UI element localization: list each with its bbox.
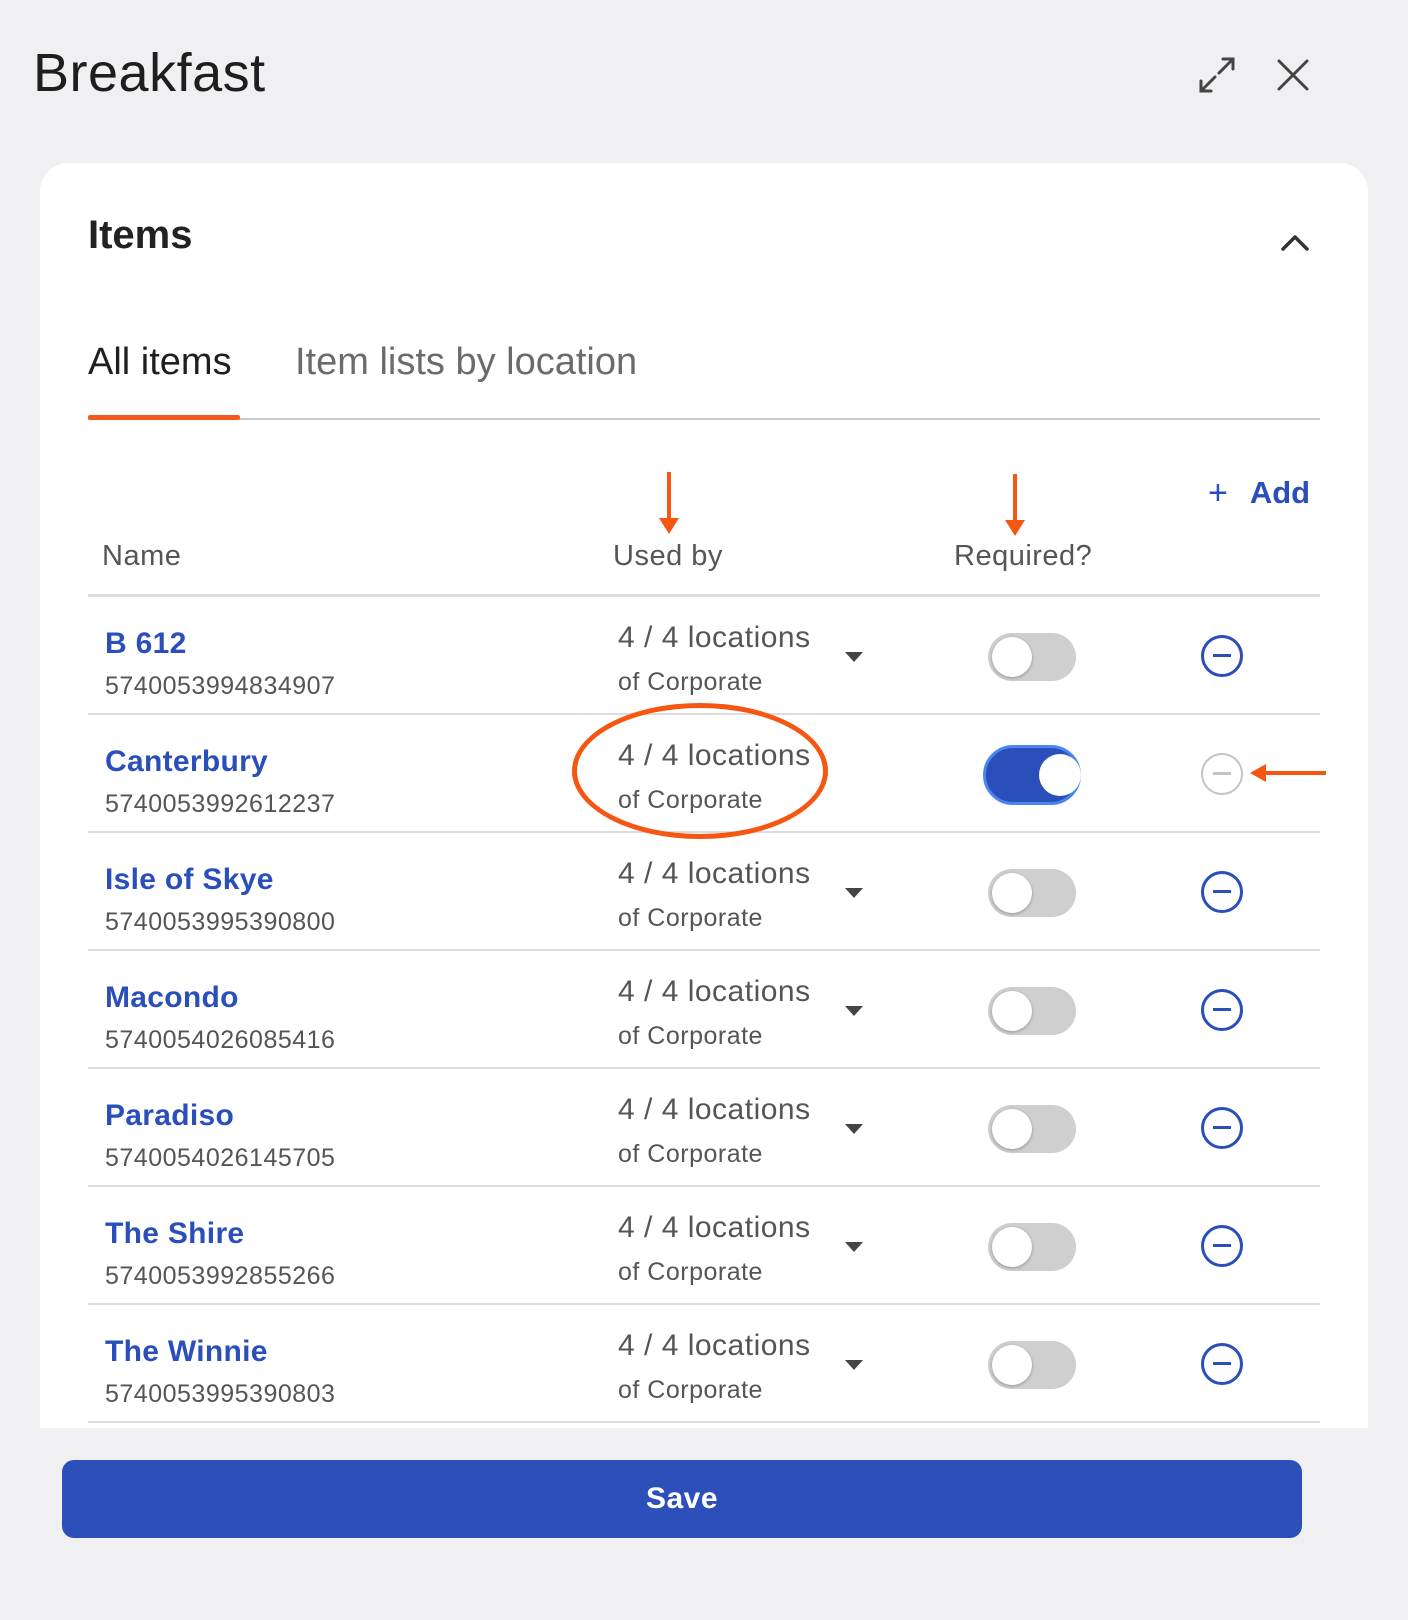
item-code: 5740053992612237 — [105, 790, 336, 818]
used-by-dropdown-caret-icon[interactable] — [845, 652, 863, 662]
toggle-knob — [992, 1345, 1032, 1385]
required-toggle[interactable] — [988, 987, 1076, 1035]
required-toggle[interactable] — [988, 1223, 1076, 1271]
used-by-scope: of Corporate — [618, 1022, 763, 1050]
required-toggle[interactable] — [988, 1341, 1076, 1389]
table-row: Paradiso 5740054026145705 4 / 4 location… — [88, 1069, 1320, 1187]
dialog-header: Breakfast — [0, 0, 1408, 150]
item-name-link[interactable]: The Winnie — [105, 1335, 268, 1369]
table-row: The Winnie 5740053995390803 4 / 4 locati… — [88, 1305, 1320, 1423]
dialog-title: Breakfast — [33, 43, 266, 103]
required-toggle[interactable] — [988, 1105, 1076, 1153]
remove-item-button-disabled — [1201, 753, 1243, 795]
remove-item-button[interactable] — [1201, 989, 1243, 1031]
table-row: B 612 5740053994834907 4 / 4 locations o… — [88, 597, 1320, 715]
used-by-count: 4 / 4 locations — [618, 975, 811, 1008]
used-by-dropdown-caret-icon[interactable] — [845, 888, 863, 898]
item-code: 5740053992855266 — [105, 1262, 336, 1290]
toggle-knob — [992, 991, 1032, 1031]
item-name-link[interactable]: Isle of Skye — [105, 863, 274, 897]
annotation-arrow-down-icon — [659, 472, 679, 534]
used-by-count: 4 / 4 locations — [618, 1211, 811, 1244]
remove-item-button[interactable] — [1201, 871, 1243, 913]
tab-item-lists-by-location[interactable]: Item lists by location — [295, 341, 637, 384]
item-code: 5740053995390803 — [105, 1380, 336, 1408]
expand-arrows-icon — [1199, 57, 1235, 93]
remove-item-button[interactable] — [1201, 1343, 1243, 1385]
tab-all-items[interactable]: All items — [88, 341, 232, 384]
section-title: Items — [88, 213, 193, 257]
remove-item-button[interactable] — [1201, 1225, 1243, 1267]
table-row: Macondo 5740054026085416 4 / 4 locations… — [88, 951, 1320, 1069]
item-name-link[interactable]: Macondo — [105, 981, 239, 1015]
annotation-arrow-down-icon — [1005, 474, 1025, 536]
used-by-count: 4 / 4 locations — [618, 857, 811, 890]
used-by-dropdown-caret-icon[interactable] — [845, 1360, 863, 1370]
close-x-icon — [1277, 59, 1309, 91]
close-button[interactable] — [1268, 50, 1318, 100]
used-by-dropdown-caret-icon[interactable] — [845, 1006, 863, 1016]
toggle-knob — [992, 1109, 1032, 1149]
required-toggle[interactable] — [988, 869, 1076, 917]
item-name-link[interactable]: The Shire — [105, 1217, 244, 1251]
toggle-knob — [1039, 754, 1081, 796]
annotation-arrow-left-icon — [1250, 764, 1326, 782]
chevron-up-icon — [1281, 235, 1309, 251]
table-row: The Shire 5740053992855266 4 / 4 locatio… — [88, 1187, 1320, 1305]
tabs-divider — [88, 418, 1320, 420]
active-tab-indicator — [88, 415, 240, 420]
toggle-knob — [992, 873, 1032, 913]
item-name-link[interactable]: B 612 — [105, 627, 187, 661]
collapse-button[interactable] — [1270, 218, 1320, 268]
used-by-scope: of Corporate — [618, 904, 763, 932]
used-by-scope: of Corporate — [618, 1140, 763, 1168]
item-name-link[interactable]: Canterbury — [105, 745, 268, 779]
expand-button[interactable] — [1192, 50, 1242, 100]
toggle-knob — [992, 1227, 1032, 1267]
item-code: 5740053995390800 — [105, 908, 336, 936]
used-by-scope: of Corporate — [618, 668, 763, 696]
required-toggle[interactable] — [983, 745, 1081, 805]
used-by-count: 4 / 4 locations — [618, 621, 811, 654]
column-header-name: Name — [102, 540, 182, 572]
annotation-ellipse — [572, 703, 828, 839]
plus-icon: + — [1208, 473, 1228, 512]
item-code: 5740054026145705 — [105, 1144, 336, 1172]
required-toggle[interactable] — [988, 633, 1076, 681]
item-code: 5740053994834907 — [105, 672, 336, 700]
toggle-knob — [992, 637, 1032, 677]
add-button[interactable]: + Add — [1208, 473, 1310, 513]
save-button[interactable]: Save — [62, 1460, 1302, 1538]
item-name-link[interactable]: Paradiso — [105, 1099, 234, 1133]
column-header-required: Required? — [954, 540, 1093, 572]
used-by-dropdown-caret-icon[interactable] — [845, 1242, 863, 1252]
add-button-label: Add — [1249, 475, 1311, 510]
used-by-count: 4 / 4 locations — [618, 1329, 811, 1362]
used-by-scope: of Corporate — [618, 1376, 763, 1404]
used-by-count: 4 / 4 locations — [618, 1093, 811, 1126]
remove-item-button[interactable] — [1201, 1107, 1243, 1149]
table-row: Isle of Skye 5740053995390800 4 / 4 loca… — [88, 833, 1320, 951]
used-by-scope: of Corporate — [618, 1258, 763, 1286]
used-by-dropdown-caret-icon[interactable] — [845, 1124, 863, 1134]
column-header-used-by: Used by — [613, 540, 723, 572]
remove-item-button[interactable] — [1201, 635, 1243, 677]
item-code: 5740054026085416 — [105, 1026, 336, 1054]
